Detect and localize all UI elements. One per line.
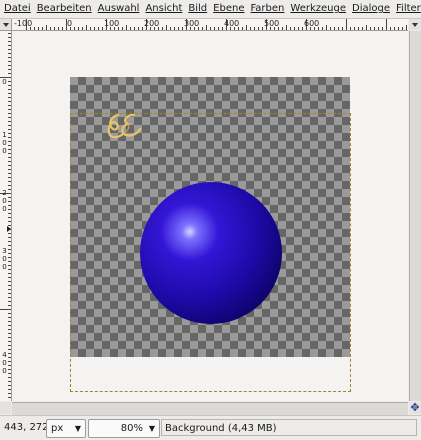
ruler-end-button <box>409 19 421 30</box>
image-menu-button[interactable] <box>0 19 12 31</box>
ruler-label-200: 200 <box>2 189 7 213</box>
menu-datei[interactable]: Datei <box>0 0 34 18</box>
ruler-label: -100 <box>14 19 33 28</box>
blue-sphere <box>140 182 282 324</box>
image-canvas[interactable] <box>12 31 408 401</box>
chevron-down-icon: ▼ <box>148 424 155 433</box>
ruler-label: 500 <box>264 19 280 28</box>
horizontal-ruler[interactable]: -100 0 100 200 300 400 500 600 <box>12 19 408 31</box>
le-logo-icon <box>107 113 142 139</box>
zoom-icon[interactable] <box>0 402 11 414</box>
triangle-down-icon <box>3 23 9 27</box>
unit-select[interactable]: px ▼ <box>46 419 86 438</box>
ruler-ticks <box>0 33 11 398</box>
navigate-icon[interactable]: ✥ <box>409 402 421 414</box>
ruler-label: 200 <box>144 19 160 28</box>
pointer-coordinates: 443, 272 <box>4 422 49 433</box>
menu-dialoge[interactable]: Dialoge <box>349 0 393 18</box>
ruler-label-300: 300 <box>2 247 7 271</box>
unit-value: px <box>51 423 64 434</box>
menu-bearbeiten[interactable]: Bearbeiten <box>34 0 95 18</box>
menu-bar: Datei Bearbeiten Auswahl Ansicht Bild Ebene Fa… <box>0 0 421 19</box>
ruler-label: 0 <box>2 78 7 86</box>
menu-farben[interactable]: Farben <box>247 0 287 18</box>
menu-bild[interactable]: Bild <box>185 0 210 18</box>
menu-werkzeuge[interactable]: Werkzeuge <box>287 0 349 18</box>
menu-ansicht[interactable]: Ansicht <box>142 0 185 18</box>
menu-auswahl[interactable]: Auswahl <box>95 0 143 18</box>
ruler-label: 300 <box>184 19 200 28</box>
zoom-select[interactable]: 80% ▼ <box>88 419 160 438</box>
ruler-label: 100 <box>104 19 120 28</box>
ruler-label-400: 400 <box>2 351 7 375</box>
status-bar: 443, 272 px ▼ 80% ▼ Background (4,43 MB) <box>0 415 421 440</box>
ruler-label: 0 <box>67 19 73 28</box>
zoom-value: 80% <box>120 423 143 434</box>
ruler-label: 400 <box>224 19 240 28</box>
menu-ebene[interactable]: Ebene <box>210 0 247 18</box>
layer-info: Background (4,43 MB) <box>161 419 417 436</box>
horizontal-scrollbar[interactable] <box>12 402 408 415</box>
menu-filter[interactable]: Filter <box>393 0 421 18</box>
chevron-down-icon: ▼ <box>74 424 81 433</box>
ruler-label-100: 100 <box>2 131 7 155</box>
vertical-ruler[interactable]: 0 100 200 300 400 <box>0 31 12 401</box>
triangle-down-icon <box>412 23 418 27</box>
ruler-label: 600 <box>304 19 320 28</box>
vertical-scrollbar[interactable] <box>409 31 421 401</box>
